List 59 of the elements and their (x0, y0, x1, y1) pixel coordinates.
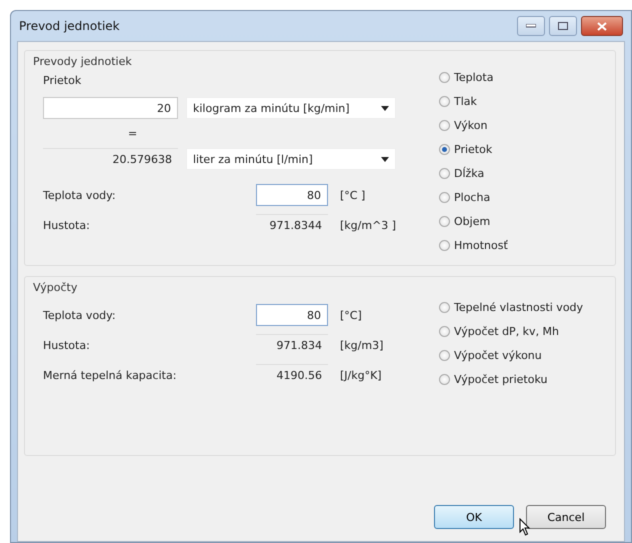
minimize-button[interactable] (517, 16, 545, 36)
maximize-icon (558, 22, 568, 30)
value-readout: 971.8344 (256, 214, 328, 236)
radio-button[interactable]: Plocha (439, 185, 605, 209)
radio-circle[interactable] (439, 72, 450, 82)
value-readout: 4190.56 (256, 364, 328, 386)
unit-label: [°C] (340, 308, 363, 322)
unit-dropdown[interactable]: kilogram za minútu [kg/min] (186, 97, 396, 119)
radio-circle[interactable] (439, 302, 450, 312)
ok-button[interactable]: OK (434, 505, 514, 529)
close-icon (597, 22, 607, 30)
radio-button[interactable]: Tepelné vlastnosti vody (439, 295, 605, 319)
radio-button[interactable]: Hmotnosť (439, 233, 605, 257)
field-label: Merná tepelná kapacita: (43, 368, 178, 382)
cancel-button[interactable]: Cancel (526, 505, 606, 529)
radio-circle[interactable] (439, 240, 450, 250)
group-title: Výpočty (33, 281, 78, 294)
input-field[interactable]: 80 (256, 304, 328, 326)
radio-circle[interactable] (439, 168, 450, 178)
unit-label: [kg/m3] (340, 338, 384, 352)
radio-button[interactable]: Výpočet prietoku (439, 367, 605, 391)
radio-button[interactable]: Tlak (439, 89, 605, 113)
unit-label: [J/kg°K] (340, 368, 383, 382)
window-title: Prevod jednotiek (19, 19, 121, 33)
radio-button[interactable]: Objem (439, 209, 605, 233)
radio-circle[interactable] (439, 192, 450, 202)
unit-label: [°C ] (340, 188, 366, 202)
radio-circle[interactable] (439, 144, 450, 154)
field-label: Teplota vody: (43, 308, 117, 322)
group-title: Prevody jednotiek (33, 55, 133, 68)
radio-circle[interactable] (439, 374, 450, 384)
field-label: Hustota: (43, 218, 91, 232)
radio-circle[interactable] (439, 216, 450, 226)
radio-circle[interactable] (439, 350, 450, 360)
mouse-pointer-icon (519, 518, 531, 536)
field-label: Teplota vody: (43, 188, 117, 202)
radio-circle[interactable] (439, 120, 450, 130)
equals-sign: = (128, 127, 138, 140)
field-label: Hustota: (43, 338, 91, 352)
radio-button[interactable]: Výkon (439, 113, 605, 137)
dropdown-arrow-icon (381, 156, 389, 162)
unit-dropdown[interactable]: liter za minútu [l/min] (186, 148, 396, 170)
maximize-button[interactable] (549, 16, 577, 36)
radio-circle[interactable] (439, 96, 450, 106)
radio-button[interactable]: Prietok (439, 137, 605, 161)
radio-button[interactable]: Teplota (439, 65, 605, 89)
dropdown-arrow-icon (381, 106, 389, 110)
radio-circle[interactable] (439, 326, 450, 336)
radio-button[interactable]: Dĺžka (439, 161, 605, 185)
unit-label: [kg/m^3 ] (340, 218, 398, 232)
value-readout: 971.834 (256, 334, 328, 356)
result-value: 20.579638 (43, 148, 178, 170)
radio-button[interactable]: Výpočet výkonu (439, 343, 605, 367)
minimize-icon (526, 24, 536, 28)
input-field[interactable]: 20 (43, 97, 178, 119)
radio-button[interactable]: Výpočet dP, kv, Mh (439, 319, 605, 343)
input-field[interactable]: 80 (256, 184, 328, 206)
close-button[interactable] (581, 16, 623, 36)
quantity-label: Prietok (43, 74, 82, 87)
